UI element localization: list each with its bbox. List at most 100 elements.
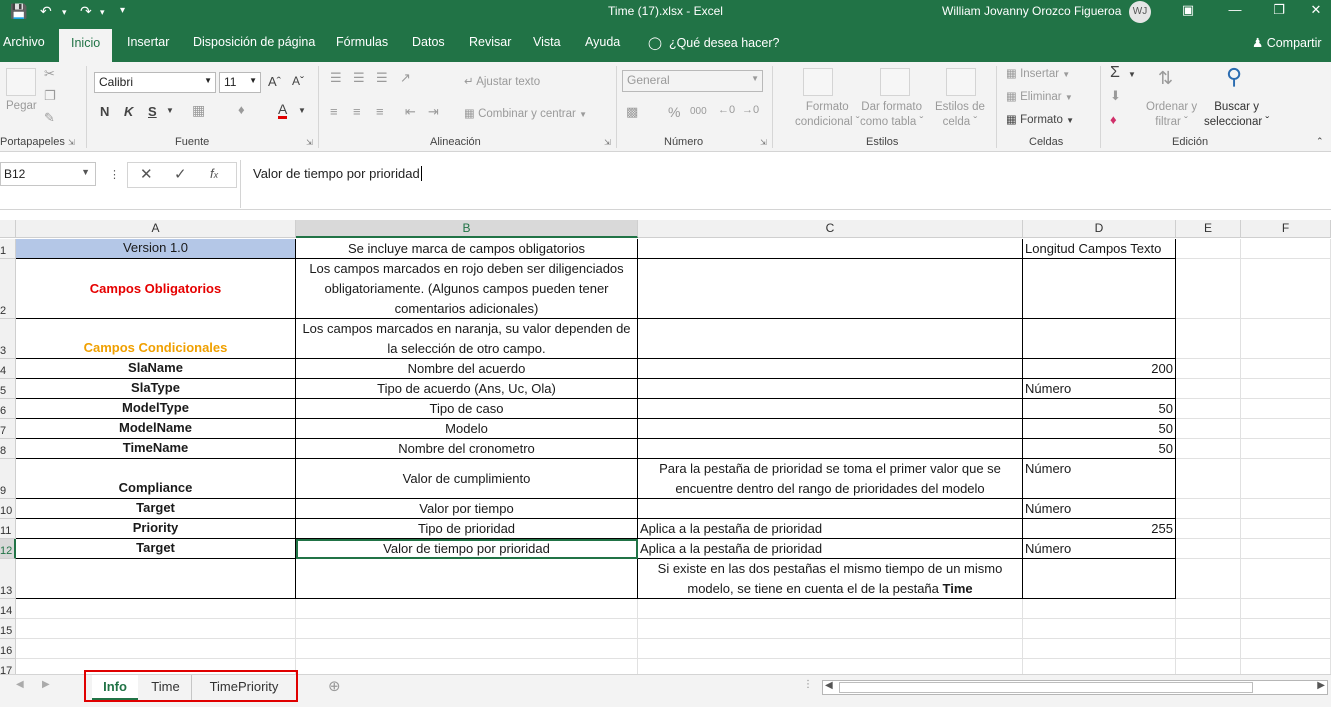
decrease-indent-icon[interactable]: ⇤ (405, 104, 416, 120)
row-header[interactable]: 11 (0, 519, 16, 539)
cell-d4[interactable]: 200 (1023, 359, 1176, 379)
cell-b12[interactable]: Valor de tiempo por prioridad (296, 539, 638, 559)
font-color-icon[interactable]: A (278, 102, 288, 119)
cell-c1[interactable] (638, 239, 1023, 259)
cell-f7[interactable] (1241, 419, 1331, 439)
scroll-right-icon[interactable]: ▶ (42, 679, 50, 690)
cell-b1[interactable]: Se incluye marca de campos obligatorios (296, 239, 638, 259)
cell-a3[interactable]: Campos Condicionales (16, 319, 296, 359)
spreadsheet-grid[interactable]: A B C D E F 1 Version 1.0 Se incluye marca de ca… (0, 220, 1331, 674)
add-sheet-icon[interactable]: ⊕ (328, 677, 341, 695)
font-size-select[interactable]: 11 ▼ (219, 72, 261, 93)
font-name-select[interactable]: Calibri ▼ (94, 72, 216, 93)
chevron-down-icon[interactable]: ▼ (298, 106, 306, 115)
cell-c11[interactable]: Aplica a la pestaña de prioridad (638, 519, 1023, 539)
search-icon[interactable]: ⚲ (1226, 64, 1242, 90)
cell-e16[interactable] (1176, 639, 1241, 659)
cell-c6[interactable] (638, 399, 1023, 419)
thousands-button[interactable]: 000 (690, 106, 707, 117)
cell-a1[interactable]: Version 1.0 (16, 239, 296, 259)
align-top-icon[interactable]: ☰ (330, 70, 342, 86)
cell-c5[interactable] (638, 379, 1023, 399)
row-header[interactable]: 15 (0, 619, 16, 639)
format-cells-button[interactable]: ▦ Formato ▼ (1006, 112, 1074, 126)
cell-a14[interactable] (16, 599, 296, 619)
chevron-down-icon[interactable]: ▼ (1128, 70, 1136, 79)
user-name[interactable]: William Jovanny Orozco Figueroa (942, 4, 1121, 18)
underline-button[interactable]: S (148, 104, 157, 119)
clear-icon[interactable]: ♦ (1110, 112, 1117, 127)
cell-f4[interactable] (1241, 359, 1331, 379)
cell-c8[interactable] (638, 439, 1023, 459)
cell-c9[interactable]: Para la pestaña de prioridad se toma el … (638, 459, 1023, 499)
column-header-d[interactable]: D (1023, 220, 1176, 238)
shrink-font-icon[interactable]: Aˇ (292, 74, 304, 88)
row-header[interactable]: 2 (0, 259, 16, 319)
avatar[interactable]: WJ (1129, 1, 1151, 23)
cell-a15[interactable] (16, 619, 296, 639)
percent-button[interactable]: % (668, 104, 680, 120)
tab-datos[interactable]: Datos (412, 35, 445, 49)
cell-b3[interactable]: Los campos marcados en naranja, su valor… (296, 319, 638, 359)
name-box[interactable]: B12 ▼ (0, 162, 96, 186)
column-header-e[interactable]: E (1176, 220, 1241, 238)
cell-f1[interactable] (1241, 239, 1331, 259)
cell-f6[interactable] (1241, 399, 1331, 419)
grow-font-icon[interactable]: Aˆ (268, 74, 281, 89)
row-header[interactable]: 12 (0, 539, 16, 559)
cell-c14[interactable] (638, 599, 1023, 619)
cell-b4[interactable]: Nombre del acuerdo (296, 359, 638, 379)
delete-cells-button[interactable]: ▦ Eliminar ▼ (1006, 89, 1073, 103)
cell-a12[interactable]: Target (16, 539, 296, 559)
cell-e14[interactable] (1176, 599, 1241, 619)
cell-c16[interactable] (638, 639, 1023, 659)
cell-a6[interactable]: ModelType (16, 399, 296, 419)
cell-styles-button[interactable]: Estilos de celda ˇ (935, 100, 985, 130)
splitter-icon[interactable]: ⋮ (803, 679, 813, 690)
ribbon-display-icon[interactable]: ▣ (1173, 2, 1203, 18)
increase-indent-icon[interactable]: ⇥ (428, 104, 439, 120)
find-select-button[interactable]: Buscar y seleccionar ˇ (1204, 100, 1269, 130)
scroll-left-icon[interactable]: ◀ (16, 679, 24, 690)
cell-b11[interactable]: Tipo de prioridad (296, 519, 638, 539)
column-header-f[interactable]: F (1241, 220, 1331, 238)
scrollbar-thumb[interactable] (839, 682, 1253, 693)
cell-f10[interactable] (1241, 499, 1331, 519)
cell-b7[interactable]: Modelo (296, 419, 638, 439)
cell-f12[interactable] (1241, 539, 1331, 559)
font-launcher-icon[interactable]: ⇲ (306, 138, 313, 147)
cell-b17[interactable] (296, 659, 638, 674)
cell-d12[interactable]: Número (1023, 539, 1176, 559)
cell-e3[interactable] (1176, 319, 1241, 359)
cell-e15[interactable] (1176, 619, 1241, 639)
cell-c3[interactable] (638, 319, 1023, 359)
align-right-icon[interactable]: ≡ (376, 104, 384, 119)
row-header[interactable]: 4 (0, 359, 16, 379)
cell-d16[interactable] (1023, 639, 1176, 659)
cell-e8[interactable] (1176, 439, 1241, 459)
align-middle-icon[interactable]: ☰ (353, 70, 365, 86)
cell-b9[interactable]: Valor de cumplimiento (296, 459, 638, 499)
row-header[interactable]: 8 (0, 439, 16, 459)
row-header[interactable]: 17 (0, 659, 16, 674)
confirm-icon[interactable]: ✓ (174, 165, 187, 183)
cut-icon[interactable]: ✂ (44, 66, 55, 82)
row-header[interactable]: 9 (0, 459, 16, 499)
cell-c2[interactable] (638, 259, 1023, 319)
cell-c15[interactable] (638, 619, 1023, 639)
cell-b5[interactable]: Tipo de acuerdo (Ans, Uc, Ola) (296, 379, 638, 399)
merge-center-button[interactable]: ▦ Combinar y centrar ▼ (464, 106, 587, 120)
cell-d3[interactable] (1023, 319, 1176, 359)
cell-f3[interactable] (1241, 319, 1331, 359)
cell-f13[interactable] (1241, 559, 1331, 599)
align-left-icon[interactable]: ≡ (330, 104, 338, 119)
tab-inicio[interactable]: Inicio (59, 29, 113, 62)
row-header[interactable]: 6 (0, 399, 16, 419)
tab-disposicion[interactable]: Disposición de página (193, 35, 315, 49)
cell-a10[interactable]: Target (16, 499, 296, 519)
cell-a8[interactable]: TimeName (16, 439, 296, 459)
fill-icon[interactable]: ⬇ (1110, 88, 1121, 104)
cell-d14[interactable] (1023, 599, 1176, 619)
tell-me-search[interactable]: ◯ ¿Qué desea hacer? (648, 35, 779, 50)
cell-e12[interactable] (1176, 539, 1241, 559)
